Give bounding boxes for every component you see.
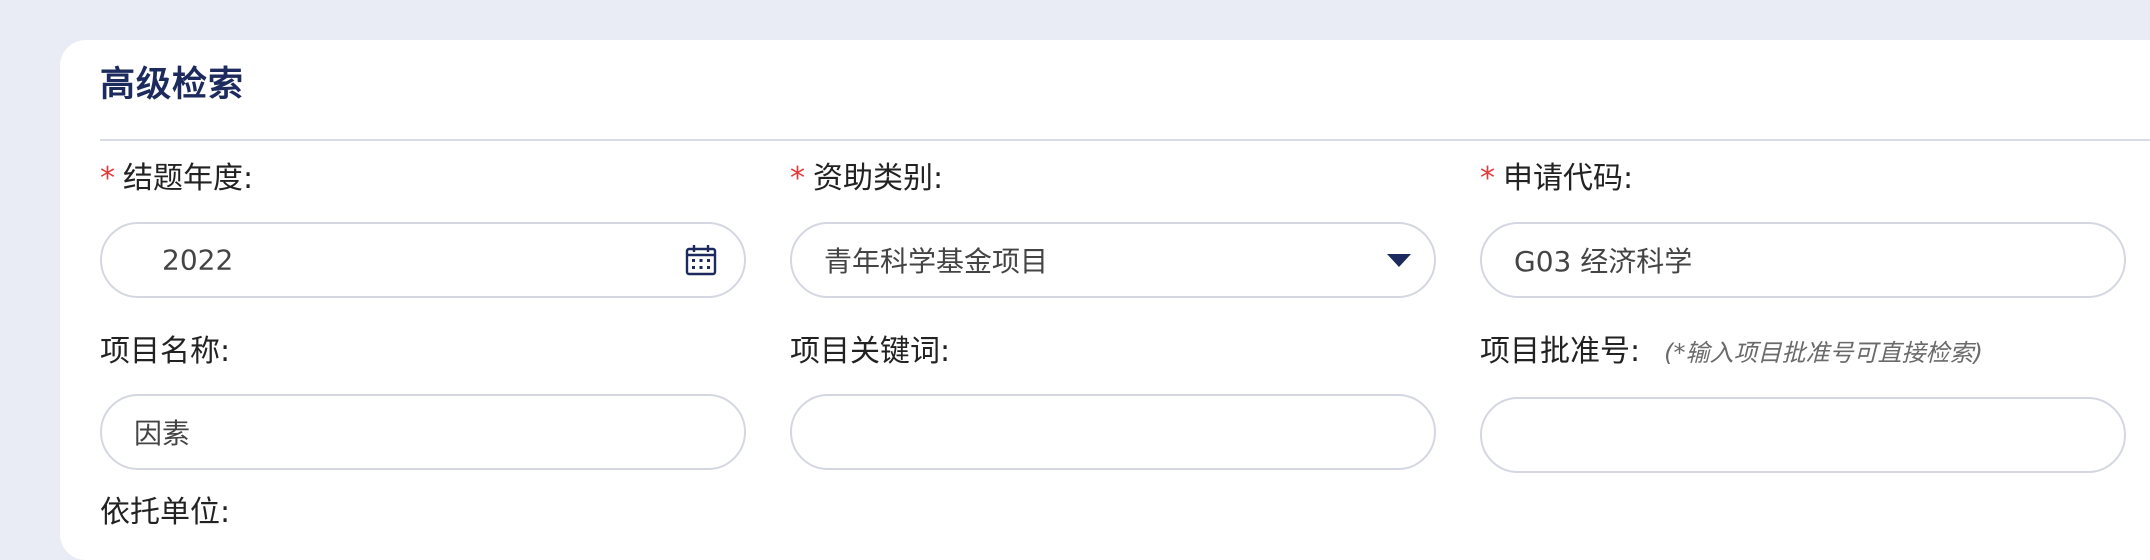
year-label-text: 结题年度: [123, 161, 254, 196]
advanced-search-panel: 高级检索 * 结题年度: 2022 * 资助类别: 青年科学基金项目 * 申请代… [60, 40, 2150, 560]
required-mark: * [1480, 161, 1495, 196]
year-label: * 结题年度: [100, 164, 253, 194]
application-code-value: G03 经济科学 [1514, 245, 1693, 278]
project-name-field[interactable]: 因素 [100, 394, 746, 470]
application-code-field[interactable]: G03 经济科学 [1480, 222, 2126, 298]
application-code-label-text: 申请代码: [1503, 161, 1634, 196]
year-field[interactable]: 2022 [100, 222, 746, 298]
required-mark: * [790, 161, 805, 196]
funding-category-label-text: 资助类别: [813, 161, 944, 196]
calendar-icon[interactable] [684, 243, 718, 277]
project-approval-number-label-text: 项目批准号: [1480, 334, 1641, 369]
project-approval-number-hint: (*输入项目批准号可直接检索) [1664, 339, 1983, 367]
project-keywords-field[interactable] [790, 394, 1436, 470]
funding-category-select[interactable]: 青年科学基金项目 [790, 222, 1436, 298]
supporting-unit-label: 依托单位: [100, 495, 231, 530]
required-mark: * [100, 161, 115, 196]
application-code-label: * 申请代码: [1480, 164, 1633, 194]
year-value: 2022 [162, 243, 234, 277]
project-approval-number-field[interactable] [1480, 397, 2126, 473]
panel-title: 高级检索 [100, 65, 245, 105]
caret-down-icon[interactable] [1384, 250, 1414, 270]
project-keywords-label: 项目关键词: [790, 334, 951, 369]
page: { "panel": { "title": "高级检索" }, "fields"… [0, 0, 2150, 560]
funding-category-value: 青年科学基金项目 [824, 245, 1049, 278]
funding-category-label: * 资助类别: [790, 164, 943, 194]
project-name-label: 项目名称: [100, 334, 231, 369]
project-name-value: 因素 [134, 417, 191, 450]
title-divider [100, 139, 2150, 141]
project-approval-number-label: 项目批准号: (*输入项目批准号可直接检索) [1480, 337, 1983, 367]
